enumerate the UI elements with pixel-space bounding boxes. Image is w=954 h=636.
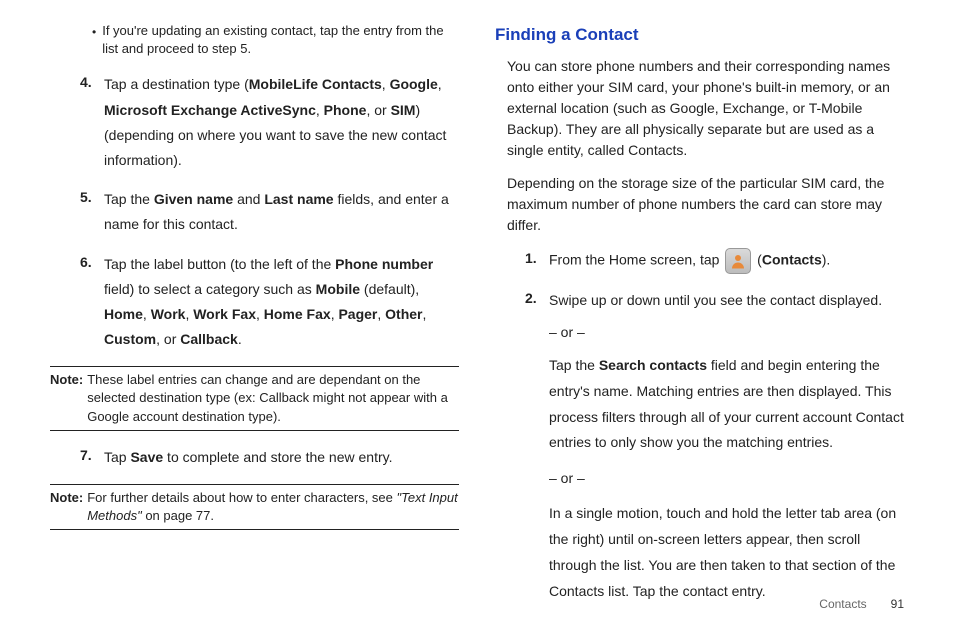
note-text: For further details about how to enter c… xyxy=(87,489,459,525)
step-2-lettertab: In a single motion, touch and hold the l… xyxy=(549,501,904,605)
or-divider: – or – xyxy=(549,320,904,345)
page-footer: Contacts 91 xyxy=(819,595,904,614)
note-label: Note: xyxy=(50,489,83,525)
step-4: 4. Tap a destination type (MobileLife Co… xyxy=(80,72,459,173)
step-number: 2. xyxy=(525,288,549,310)
step-number: 6. xyxy=(80,252,104,274)
bullet-dot: • xyxy=(92,22,96,42)
or-divider: – or – xyxy=(549,466,904,491)
paragraph-2: Depending on the storage size of the par… xyxy=(507,173,904,236)
note-text: These label entries can change and are d… xyxy=(87,371,459,426)
step-number: 7. xyxy=(80,445,104,467)
step-number: 5. xyxy=(80,187,104,209)
step-body: Swipe up or down until you see the conta… xyxy=(549,288,904,605)
step-number: 4. xyxy=(80,72,104,94)
step-body: Tap the Given name and Last name fields,… xyxy=(104,187,459,237)
step-2-search: Tap the Search contacts field and begin … xyxy=(549,353,904,457)
bullet-text: If you're updating an existing contact, … xyxy=(102,22,459,58)
step-7: 7. Tap Save to complete and store the ne… xyxy=(80,445,459,470)
paragraph-1: You can store phone numbers and their co… xyxy=(507,56,904,161)
note-1: Note: These label entries can change and… xyxy=(50,366,459,431)
section-heading: Finding a Contact xyxy=(495,22,904,48)
sub-bullet: • If you're updating an existing contact… xyxy=(92,22,459,58)
step-body: Tap the label button (to the left of the… xyxy=(104,252,459,353)
step-number: 1. xyxy=(525,248,549,270)
step-body: Tap Save to complete and store the new e… xyxy=(104,445,459,470)
footer-section: Contacts xyxy=(819,597,866,611)
step-2: 2. Swipe up or down until you see the co… xyxy=(525,288,904,605)
left-column: • If you're updating an existing contact… xyxy=(50,22,459,616)
step-1: 1. From the Home screen, tap (Contacts). xyxy=(525,248,904,274)
step-body: Tap a destination type (MobileLife Conta… xyxy=(104,72,459,173)
note-label: Note: xyxy=(50,371,83,426)
contacts-app-icon xyxy=(725,248,751,274)
step-body: From the Home screen, tap (Contacts). xyxy=(549,248,904,274)
step-5: 5. Tap the Given name and Last name fiel… xyxy=(80,187,459,237)
footer-page-number: 91 xyxy=(870,595,904,614)
step-2-line1: Swipe up or down until you see the conta… xyxy=(549,288,904,313)
step-6: 6. Tap the label button (to the left of … xyxy=(80,252,459,353)
right-column: Finding a Contact You can store phone nu… xyxy=(495,22,904,616)
note-2: Note: For further details about how to e… xyxy=(50,484,459,530)
